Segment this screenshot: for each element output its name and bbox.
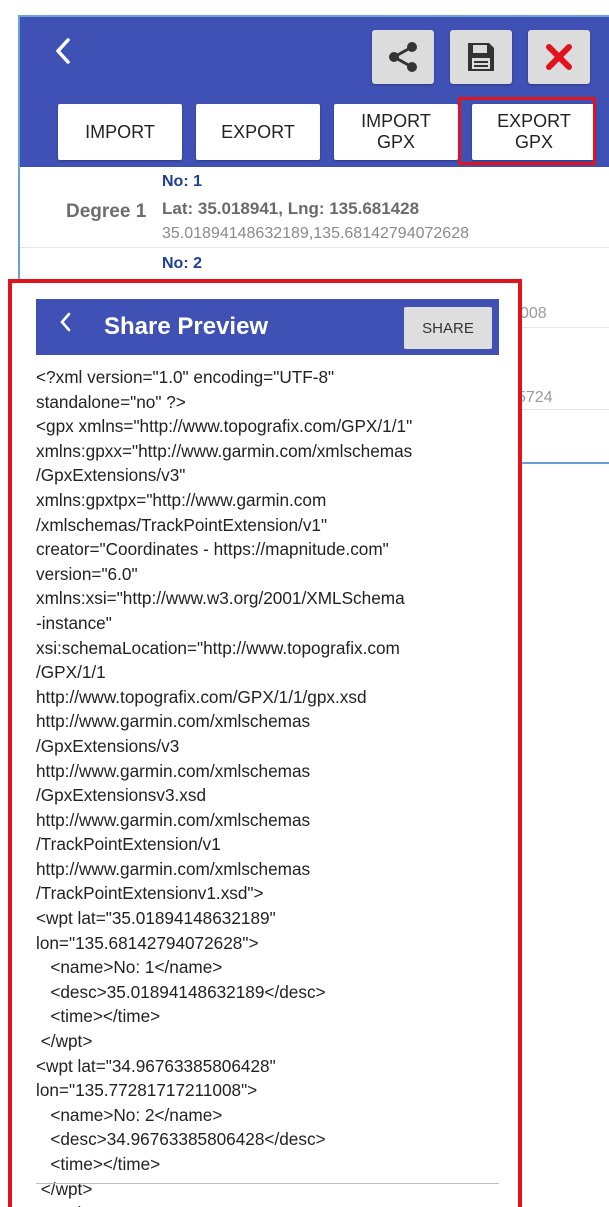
dialog-title: Share Preview <box>104 313 269 340</box>
gpx-xml-preview: <?xml version="1.0" encoding="UTF-8" sta… <box>36 367 413 1207</box>
export-label: EXPORT <box>221 121 295 142</box>
share-icon <box>389 42 417 72</box>
row-number: No: 2 <box>162 255 202 272</box>
row-number: No: 1 <box>162 173 202 190</box>
row-raw-coords-partial: 008 <box>520 305 547 322</box>
share-button[interactable] <box>372 30 434 84</box>
dialog-share-label: SHARE <box>422 319 474 337</box>
row-raw-coords-partial: 5724 <box>517 389 553 406</box>
close-button[interactable] <box>528 30 590 84</box>
close-x-icon <box>546 44 572 70</box>
back-button[interactable] <box>54 37 72 71</box>
export-gpx-highlight <box>458 97 596 165</box>
dialog-header: Share Preview SHARE <box>36 299 499 355</box>
chevron-left-icon <box>55 38 70 64</box>
import-gpx-label: IMPORT GPX <box>361 111 431 152</box>
app-toolbar: IMPORT EXPORT IMPORT GPX EXPORT GPX <box>20 17 609 167</box>
row-raw-coords: 35.01894148632189,135.68142794072628 <box>162 225 469 242</box>
share-preview-dialog: Share Preview SHARE <?xml version="1.0" … <box>8 279 522 1207</box>
list-divider <box>20 247 609 248</box>
export-button[interactable]: EXPORT <box>196 104 320 160</box>
row-title: Degree 1 <box>66 201 147 222</box>
row-latlng: Lat: 35.018941, Lng: 135.681428 <box>162 199 420 218</box>
dialog-bottom-divider <box>36 1183 499 1184</box>
chevron-left-icon <box>60 312 71 332</box>
import-gpx-button[interactable]: IMPORT GPX <box>334 104 458 160</box>
import-button[interactable]: IMPORT <box>58 104 182 160</box>
import-label: IMPORT <box>85 121 155 142</box>
dialog-back-button[interactable] <box>58 311 72 340</box>
list-item[interactable]: Degree 1 No: 1 Lat: 35.018941, Lng: 135.… <box>20 167 609 249</box>
save-button[interactable] <box>450 30 512 84</box>
floppy-disk-icon <box>468 43 494 71</box>
dialog-share-button[interactable]: SHARE <box>404 307 492 349</box>
